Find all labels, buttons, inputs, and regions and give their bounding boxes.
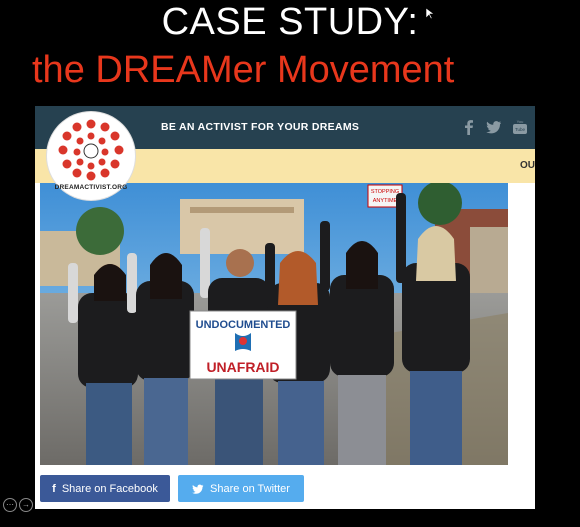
- next-slide-icon[interactable]: →: [19, 498, 33, 512]
- facebook-icon: f: [52, 482, 56, 495]
- activists-photo: STOPPING ANYTIME UNDOCUMENTED UNAFRAID: [40, 183, 508, 465]
- share-twitter-button[interactable]: Share on Twitter: [178, 475, 304, 502]
- share-facebook-button[interactable]: f Share on Facebook: [40, 475, 170, 502]
- sign-line-2: UNAFRAID: [206, 359, 279, 375]
- twitter-icon[interactable]: [486, 119, 502, 135]
- twitter-icon: [192, 484, 204, 494]
- svg-text:Tube: Tube: [515, 127, 526, 132]
- slide-title: CASE STUDY:: [161, 1, 419, 43]
- share-twitter-label: Share on Twitter: [210, 482, 290, 495]
- facebook-icon[interactable]: [461, 119, 477, 135]
- svg-text:You: You: [517, 119, 524, 124]
- logo-text: DREAMACTIVIST.ORG: [54, 184, 128, 191]
- more-options-icon[interactable]: ⋯: [3, 498, 17, 512]
- site-tagline: BE AN ACTIVIST FOR YOUR DREAMS: [161, 121, 360, 133]
- svg-text:ANYTIME: ANYTIME: [373, 198, 398, 204]
- protest-sign: UNDOCUMENTED UNAFRAID: [189, 310, 297, 380]
- share-facebook-label: Share on Facebook: [61, 482, 158, 495]
- banner-text: OU: [520, 160, 535, 171]
- website-panel: BE AN ACTIVIST FOR YOUR DREAMS You Tube …: [35, 106, 535, 509]
- street-sign-text: STOPPING: [371, 189, 399, 195]
- sign-line-1: UNDOCUMENTED: [196, 319, 291, 331]
- slide-subtitle: the DREAMer Movement: [32, 49, 455, 91]
- mouse-cursor-icon: [426, 8, 434, 20]
- youtube-icon[interactable]: You Tube: [512, 119, 528, 135]
